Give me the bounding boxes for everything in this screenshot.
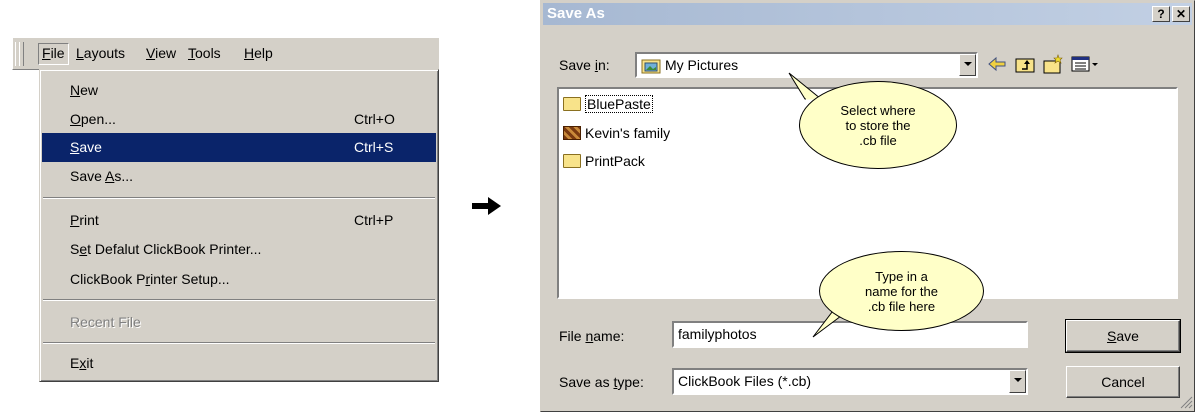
save-as-type-dropdown-button[interactable] [1009,370,1026,393]
save-in-label: Save in: [559,57,610,73]
menu-item-open[interactable]: Open... Ctrl+O [40,105,436,134]
menu-item-recent-file: Recent File [70,314,141,330]
menu-item-set-default-printer[interactable]: Set Defalut ClickBook Printer... [40,235,436,264]
dialog-title: Save As [547,5,605,22]
cancel-button[interactable]: Cancel [1066,366,1180,398]
help-button[interactable]: ? [1152,6,1170,22]
close-button[interactable]: ✕ [1172,6,1190,22]
save-shortcut: Ctrl+S [354,139,394,155]
dialog-titlebar[interactable]: Save As ? ✕ [543,3,1192,25]
save-as-type-value: ClickBook Files (*.cb) [678,373,812,389]
location-callout: Select where to store the .cb file [799,81,957,169]
menu-tools[interactable]: Tools [188,45,221,61]
menu-item-new[interactable]: New [40,76,436,105]
menu-item-print[interactable]: Print Ctrl+P [40,206,436,235]
image-folder-icon [563,126,581,141]
pictures-folder-icon [641,59,661,74]
view-menu-icon[interactable] [1070,53,1100,75]
resize-grip-icon[interactable] [1179,395,1193,409]
menu-separator [43,299,435,301]
right-arrow-icon [472,197,501,215]
save-button[interactable]: Save [1065,319,1181,353]
file-name-callout: Type in a name for the .cb file here [819,251,984,331]
file-list-item[interactable]: PrintPack [563,151,645,171]
save-as-type-dropdown[interactable]: ClickBook Files (*.cb) [672,368,1028,395]
print-shortcut: Ctrl+P [354,212,394,228]
menubar-grip-2 [19,42,24,66]
folder-icon [563,154,581,169]
back-icon[interactable] [986,53,1008,75]
menu-item-save[interactable]: Save Ctrl+S [42,133,436,162]
menu-file[interactable]: File [38,43,69,65]
folder-icon [563,97,581,112]
menu-bar: File Layouts View Tools Help [12,37,439,70]
save-as-type-label: Save as type: [559,374,644,390]
save-in-dropdown-button[interactable] [959,54,976,76]
file-list-item[interactable]: Kevin's family [563,123,670,143]
menu-layouts[interactable]: Layouts [76,45,125,61]
menu-item-exit[interactable]: Exit [40,349,436,378]
save-as-dialog: Save As ? ✕ Save in: My Pictures BluePas [540,0,1195,412]
new-folder-icon[interactable] [1042,53,1064,75]
menu-item-printer-setup[interactable]: ClickBook Printer Setup... [40,265,436,294]
file-list-item[interactable]: BluePaste [563,94,653,114]
menu-help[interactable]: Help [244,45,273,61]
open-shortcut: Ctrl+O [354,111,395,127]
menu-view[interactable]: View [146,45,176,61]
menu-separator [43,197,435,199]
menu-separator [43,342,435,344]
file-name-label: File name: [559,328,625,344]
file-menu-dropdown: New Open... Ctrl+O Save Ctrl+S Save As... … [39,69,439,382]
save-in-value: My Pictures [665,57,739,73]
menu-item-save-as[interactable]: Save As... [40,162,436,191]
up-one-level-icon[interactable] [1014,53,1036,75]
file-name-value: familyphotos [678,326,757,342]
